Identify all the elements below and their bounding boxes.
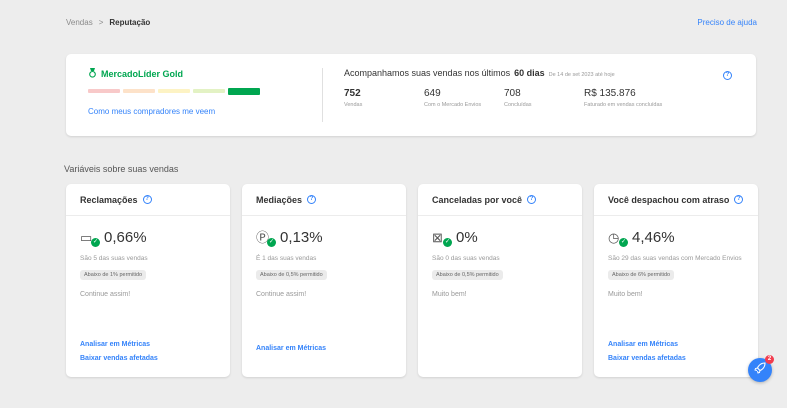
- card-header: Reclamações ?: [66, 184, 230, 216]
- breadcrumb: Vendas > Reputação: [66, 18, 150, 27]
- metric-value: 0,13%: [280, 229, 323, 246]
- stat-mercado-envios: 649 Com o Mercado Envios: [424, 88, 504, 108]
- card-links: Analisar em Métricas: [256, 338, 326, 352]
- metric-row: ◷ ✓ 4,46%: [608, 229, 744, 247]
- card-header: Você despachou com atraso ?: [594, 184, 758, 216]
- card-title: Mediações: [256, 194, 303, 205]
- metric-subtitle: São 0 das suas vendas: [432, 255, 500, 262]
- stat-value: 708: [504, 88, 521, 99]
- how-buyers-see-me-link[interactable]: Como meus compradores me veem: [88, 107, 318, 116]
- thermometer-segment: [123, 89, 155, 93]
- thermometer-segment: [158, 89, 190, 93]
- thermometer-segment: [88, 89, 120, 93]
- metric-note: Muito bem!: [608, 291, 643, 298]
- stat-revenue: R$ 135.876 Faturado em vendas concluídas: [584, 88, 714, 108]
- card-header: Mediações ?: [242, 184, 406, 216]
- stat-completed: 708 Concluídas: [504, 88, 584, 108]
- card-header: Canceladas por você ?: [418, 184, 582, 216]
- metric-card-mediations: Mediações ? Ⓟ ✓ 0,13% É 1 das suas vendas…: [242, 184, 406, 377]
- download-affected-sales-link[interactable]: Baixar vendas afetadas: [80, 355, 158, 362]
- limit-badge: Abaixo de 6% permitido: [608, 270, 675, 280]
- stat-label: Vendas: [344, 102, 363, 108]
- complaint-icon: ▭ ✓: [80, 229, 100, 247]
- metric-card-late-dispatch: Você despachou com atraso ? ◷ ✓ 4,46% São…: [594, 184, 758, 377]
- limit-badge: Abaixo de 0,5% permitido: [432, 270, 503, 280]
- limit-badge: Abaixo de 0,5% permitido: [256, 270, 327, 280]
- card-title: Reclamações: [80, 194, 138, 205]
- stat-value: R$ 135.876: [584, 88, 636, 99]
- tracking-title: Acompanhamos suas vendas nos últimos 60 …: [344, 68, 744, 78]
- metric-card-cancelled: Canceladas por você ? ⊠ ✓ 0% São 0 das su…: [418, 184, 582, 377]
- notification-badge: 2: [765, 355, 774, 364]
- tracking-period: 60 dias: [514, 68, 545, 78]
- tracking-title-prefix: Acompanhamos suas vendas nos últimos: [344, 68, 511, 78]
- medal-icon: [88, 68, 97, 80]
- cancelled-icon: ⊠ ✓: [432, 229, 452, 247]
- stat-value: 649: [424, 88, 441, 99]
- metric-row: Ⓟ ✓ 0,13%: [256, 229, 392, 247]
- download-affected-sales-link[interactable]: Baixar vendas afetadas: [608, 355, 686, 362]
- stat-label: Concluídas: [504, 102, 532, 108]
- level-name: MercadoLíder Gold: [101, 69, 184, 79]
- info-icon[interactable]: ?: [723, 71, 732, 80]
- stat-value: 752: [344, 88, 361, 99]
- stat-label: Faturado em vendas concluídas: [584, 102, 663, 108]
- metric-value: 0%: [456, 229, 478, 246]
- metric-value: 0,66%: [104, 229, 147, 246]
- late-dispatch-icon: ◷ ✓: [608, 229, 628, 247]
- metric-value: 4,46%: [632, 229, 675, 246]
- card-title: Canceladas por você: [432, 194, 523, 205]
- stat-label: Com o Mercado Envios: [424, 102, 482, 108]
- metric-note: Continue assim!: [80, 291, 131, 298]
- analyze-metrics-link[interactable]: Analisar em Métricas: [608, 341, 686, 348]
- card-body: ▭ ✓ 0,66% São 5 das suas vendas Abaixo de…: [66, 216, 230, 376]
- card-title: Você despachou com atraso: [608, 194, 730, 205]
- metric-note: Continue assim!: [256, 291, 307, 298]
- mediation-icon: Ⓟ ✓: [256, 229, 276, 247]
- stat-sales: 752 Vendas: [344, 88, 424, 108]
- metric-note: Muito bem!: [432, 291, 467, 298]
- reputation-level-panel: MercadoLíder Gold Como meus compradores …: [88, 68, 318, 116]
- metric-subtitle: É 1 das suas vendas: [256, 255, 317, 262]
- breadcrumb-parent[interactable]: Vendas: [66, 18, 93, 27]
- section-title: Variáveis sobre suas vendas: [64, 164, 179, 174]
- reputation-page: Vendas > Reputação Preciso de ajuda Merc…: [0, 0, 787, 408]
- info-icon[interactable]: ?: [527, 195, 537, 204]
- metric-card-complaints: Reclamações ? ▭ ✓ 0,66% São 5 das suas ve…: [66, 184, 230, 377]
- level-row: MercadoLíder Gold: [88, 68, 318, 80]
- thermometer-segment: [193, 89, 225, 93]
- info-icon[interactable]: ?: [734, 195, 744, 204]
- metric-subtitle: São 29 das suas vendas com Mercado Envio…: [608, 255, 742, 262]
- card-links: Analisar em Métricas Baixar vendas afeta…: [608, 334, 686, 362]
- card-body: ◷ ✓ 4,46% São 29 das suas vendas com Merc…: [594, 216, 758, 376]
- info-icon[interactable]: ?: [142, 195, 152, 204]
- metric-row: ⊠ ✓ 0%: [432, 229, 568, 247]
- analyze-metrics-link[interactable]: Analisar em Métricas: [80, 341, 158, 348]
- thermometer-segment: [228, 88, 260, 95]
- metric-subtitle: São 5 das suas vendas: [80, 255, 148, 262]
- help-link[interactable]: Preciso de ajuda: [697, 18, 757, 27]
- reputation-thermometer: [88, 88, 318, 95]
- breadcrumb-separator: >: [98, 18, 104, 27]
- rocket-icon: [754, 361, 766, 379]
- breadcrumb-current: Reputação: [109, 18, 151, 27]
- analyze-metrics-link[interactable]: Analisar em Métricas: [256, 345, 326, 352]
- card-body: ⊠ ✓ 0% São 0 das suas vendas Abaixo de 0,…: [418, 216, 582, 376]
- sales-stats: 752 Vendas 649 Com o Mercado Envios 708 …: [344, 88, 744, 108]
- card-body: Ⓟ ✓ 0,13% É 1 das suas vendas Abaixo de 0…: [242, 216, 406, 376]
- reputation-card: MercadoLíder Gold Como meus compradores …: [66, 54, 756, 136]
- help-fab-button[interactable]: 2: [748, 355, 774, 382]
- metric-row: ▭ ✓ 0,66%: [80, 229, 216, 247]
- card-divider: [322, 68, 323, 122]
- card-links: Analisar em Métricas Baixar vendas afeta…: [80, 334, 158, 362]
- info-icon[interactable]: ?: [307, 195, 317, 204]
- tracking-since: De 14 de set 2023 até hoje: [548, 72, 615, 78]
- limit-badge: Abaixo de 1% permitido: [80, 270, 147, 280]
- sales-tracking-panel: Acompanhamos suas vendas nos últimos 60 …: [344, 68, 744, 108]
